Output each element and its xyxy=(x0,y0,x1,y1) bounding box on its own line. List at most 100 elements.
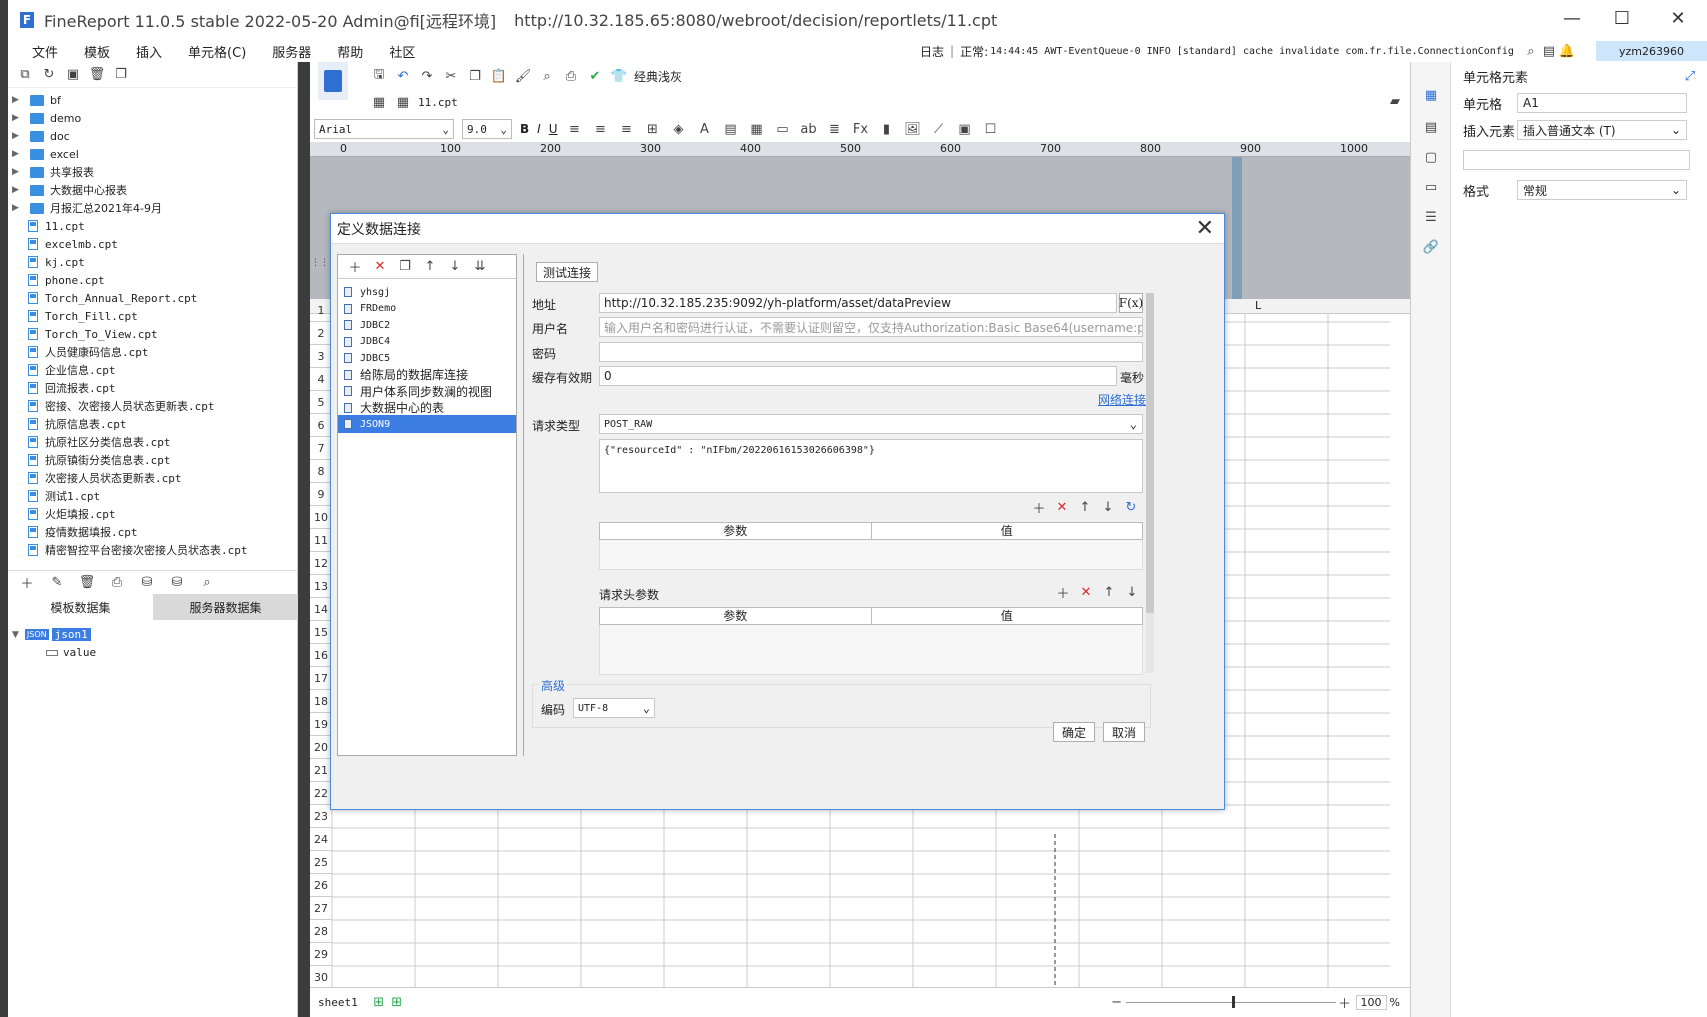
row-header[interactable]: 7 xyxy=(310,437,332,460)
row-header[interactable]: 4 xyxy=(310,368,332,391)
row-header[interactable]: 2 xyxy=(310,322,332,345)
file-item[interactable]: 回流报表.cpt xyxy=(28,379,116,397)
folder-item[interactable]: ▶ excel xyxy=(8,145,79,163)
expand-icon[interactable]: ▶ xyxy=(12,131,24,141)
connection-item[interactable]: JSON9 xyxy=(338,415,516,433)
close-icon[interactable]: ✕ xyxy=(1196,216,1214,241)
font-select[interactable]: Arial ⌄ xyxy=(314,119,454,139)
move-up-icon[interactable]: ↑ xyxy=(1076,498,1094,516)
expand-icon[interactable]: ▶ xyxy=(12,149,24,159)
font-size-select[interactable]: 9.0 ⌄ xyxy=(462,119,512,139)
more-icon[interactable]: ☐ xyxy=(982,120,1000,138)
connection-item[interactable]: JDBC4 xyxy=(338,333,516,351)
delete-icon[interactable]: ✕ xyxy=(1077,583,1095,601)
file-item[interactable]: 次密接人员状态更新表.cpt xyxy=(28,469,182,487)
save-icon[interactable]: 🖫 xyxy=(370,67,388,85)
cell-content-field[interactable] xyxy=(1463,150,1690,170)
template-icon[interactable] xyxy=(318,62,348,100)
paragraph-icon[interactable]: ≣ xyxy=(826,120,844,138)
row-header[interactable]: 20 xyxy=(310,736,332,759)
database-icon[interactable]: ⛁ xyxy=(168,574,186,592)
connection-item[interactable]: yhsgj xyxy=(338,283,516,301)
folder-item[interactable]: ▶ 月报汇总2021年4-9月 xyxy=(8,199,162,217)
row-header[interactable]: 17 xyxy=(310,667,332,690)
fill-color-icon[interactable]: ◈ xyxy=(670,120,688,138)
file-item[interactable]: Torch_To_View.cpt xyxy=(28,325,158,343)
cache-field[interactable]: 0 xyxy=(599,366,1117,386)
tab-server-dataset[interactable]: 服务器数据集 xyxy=(153,594,298,620)
folder-item[interactable]: ▶ doc xyxy=(8,127,70,145)
folder-item[interactable]: ▶ demo xyxy=(8,109,81,127)
row-header[interactable]: 25 xyxy=(310,851,332,874)
insert-select[interactable]: 插入普通文本 (T) ⌄ xyxy=(1517,120,1687,140)
pin-icon[interactable]: ⤢ xyxy=(1681,67,1699,85)
file-item[interactable]: 精密智控平台密接次密接人员状态表.cpt xyxy=(28,541,248,559)
network-link[interactable]: 网络连接 xyxy=(1098,391,1146,408)
expand-icon[interactable]: ▶ xyxy=(12,167,24,177)
add-icon[interactable]: ＋ xyxy=(1054,583,1072,602)
sort-icon[interactable]: ⇊ xyxy=(471,258,489,276)
move-up-icon[interactable]: ↑ xyxy=(1100,583,1118,601)
formula-button[interactable]: F(x) xyxy=(1119,293,1143,313)
delete-icon[interactable]: ✕ xyxy=(1053,498,1071,516)
search-icon[interactable]: ⌕ xyxy=(1522,42,1540,60)
file-item[interactable]: 抗原信息表.cpt xyxy=(28,415,127,433)
row-header[interactable]: 13 xyxy=(310,575,332,598)
delete-icon[interactable]: 🗑 xyxy=(88,66,106,84)
menu-insert[interactable]: 插入 xyxy=(136,42,162,61)
zoom-slider[interactable] xyxy=(1125,996,1336,1008)
zoom-in-icon[interactable]: ＋ xyxy=(1336,994,1354,1012)
folder-item[interactable]: ▶ 共享报表 xyxy=(8,163,94,181)
row-header[interactable]: 16 xyxy=(310,644,332,667)
row-header[interactable]: 21 xyxy=(310,759,332,782)
connection-item[interactable]: FRDemo xyxy=(338,300,516,318)
subreport-icon[interactable]: ▣ xyxy=(956,120,974,138)
add-sheet-icon[interactable]: ⊞ xyxy=(370,994,388,1012)
username-field[interactable]: 输入用户名和密码进行认证，不需要认证则留空，仅支持Authorization:B… xyxy=(599,317,1143,337)
add-dataset-icon[interactable]: ＋ xyxy=(18,574,36,592)
connection-item[interactable]: 给陈局的数据库连接 xyxy=(338,366,516,384)
password-field[interactable] xyxy=(599,342,1143,362)
row-header[interactable]: 14 xyxy=(310,598,332,621)
new-folder-icon[interactable]: ⧉ xyxy=(16,66,34,84)
minimize-button[interactable]: — xyxy=(1552,8,1592,29)
row-header[interactable]: 27 xyxy=(310,897,332,920)
notes-icon[interactable]: ▤ xyxy=(1540,42,1558,60)
delete-icon[interactable]: ✕ xyxy=(371,258,389,276)
format-select[interactable]: 常规 ⌄ xyxy=(1517,180,1687,200)
file-item[interactable]: Torch_Annual_Report.cpt xyxy=(28,289,197,307)
file-item[interactable]: excelmb.cpt xyxy=(28,235,118,253)
abc-icon[interactable]: ab xyxy=(800,120,818,138)
close-window-button[interactable]: ✕ xyxy=(1658,8,1698,29)
menu-cell[interactable]: 单元格(C) xyxy=(188,42,246,61)
request-type-select[interactable]: POST_RAW ⌄ xyxy=(599,414,1143,434)
row-header[interactable]: 12 xyxy=(310,552,332,575)
italic-button[interactable]: I xyxy=(537,122,541,136)
add-icon[interactable]: ＋ xyxy=(346,258,364,276)
cancel-button[interactable]: 取消 xyxy=(1103,722,1145,742)
chart-icon[interactable]: ▮ xyxy=(878,120,896,138)
search-icon[interactable]: ⌕ xyxy=(198,574,216,592)
template-tab[interactable]: ▦ ▦ 11.cpt xyxy=(370,90,458,114)
preview-icon[interactable]: ⎙ xyxy=(562,67,580,85)
cell-attr-icon[interactable]: ▤ xyxy=(1422,118,1440,136)
row-header[interactable]: 6 xyxy=(310,414,332,437)
file-item[interactable]: Torch_Fill.cpt xyxy=(28,307,138,325)
merge-icon[interactable]: ▤ xyxy=(722,120,740,138)
bold-button[interactable]: B xyxy=(520,122,529,136)
encoding-select[interactable]: UTF-8 ⌄ xyxy=(573,698,655,718)
row-header[interactable]: 15 xyxy=(310,621,332,644)
align-right-icon[interactable]: ≡ xyxy=(618,120,636,138)
widget-icon[interactable]: ▢ xyxy=(1422,148,1440,166)
connection-item[interactable]: JDBC5 xyxy=(338,349,516,367)
sheet-tab[interactable]: sheet1 xyxy=(318,996,358,1009)
log-label[interactable]: 日志 xyxy=(920,43,944,60)
user-badge[interactable]: yzm263960 xyxy=(1596,41,1707,61)
style-icon[interactable]: 👕 xyxy=(610,67,628,85)
connection-item[interactable]: 大数据中心的表 xyxy=(338,399,516,417)
find-icon[interactable]: ⌕ xyxy=(538,67,556,85)
expand-icon[interactable]: ▶ xyxy=(12,203,24,213)
row-header[interactable]: 9 xyxy=(310,483,332,506)
preview-icon[interactable]: ⎙ xyxy=(108,574,126,592)
refresh-icon[interactable]: ↻ xyxy=(1122,498,1140,516)
